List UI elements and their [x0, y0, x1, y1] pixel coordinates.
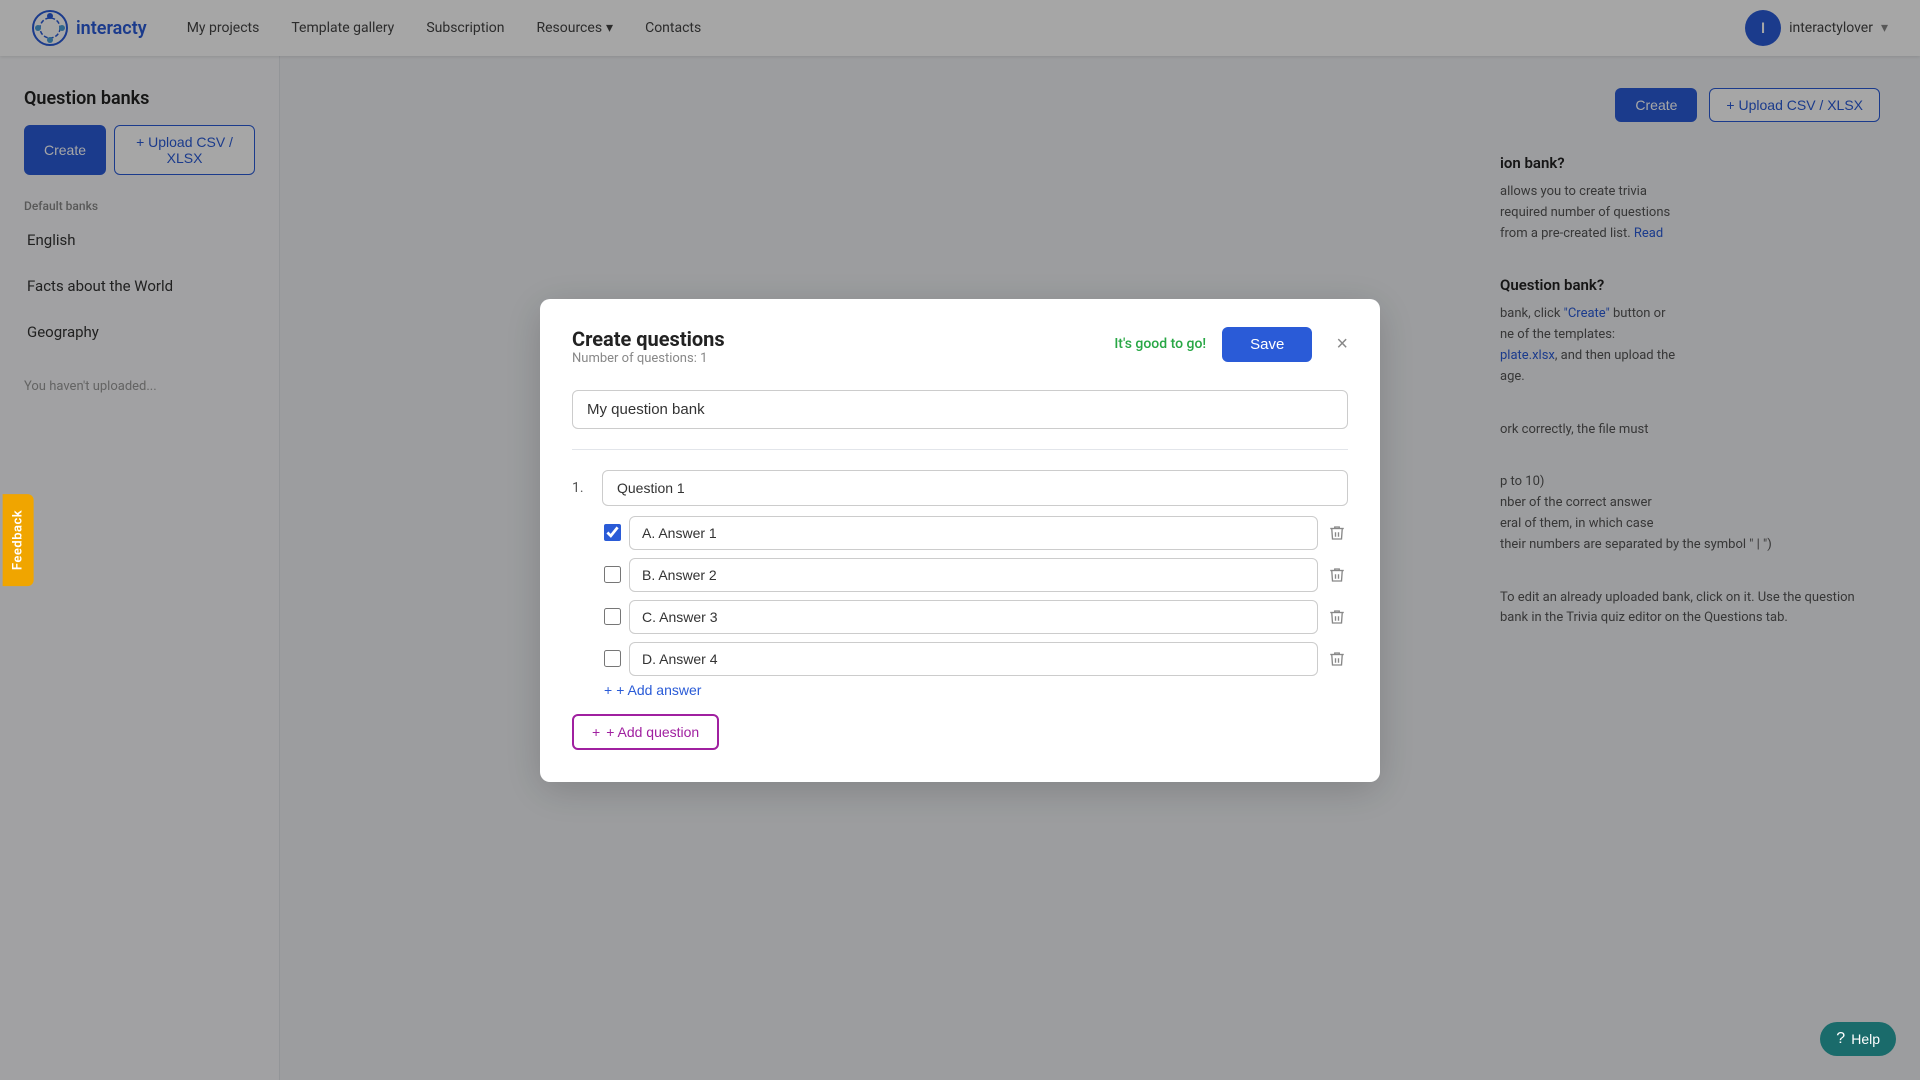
trash-icon: [1328, 608, 1346, 626]
add-question-button[interactable]: + + Add question: [572, 714, 719, 750]
modal-header-right: It's good to go! Save ×: [1114, 327, 1348, 362]
modal-title: Create questions: [572, 327, 725, 351]
delete-answer-b-button[interactable]: [1326, 564, 1348, 586]
help-icon: ?: [1836, 1030, 1845, 1048]
modal-overlay: Create questions Number of questions: 1 …: [0, 0, 1920, 1080]
question-block-1: 1.: [572, 470, 1348, 698]
modal-subtitle: Number of questions: 1: [572, 351, 725, 366]
bank-name-input[interactable]: [572, 390, 1348, 429]
close-button[interactable]: ×: [1336, 334, 1348, 354]
trash-icon: [1328, 524, 1346, 542]
add-answer-button[interactable]: + + Add answer: [572, 676, 701, 698]
answer-row-b: [604, 558, 1348, 592]
save-button[interactable]: Save: [1222, 327, 1312, 362]
question-num-1: 1.: [572, 480, 592, 496]
answer-checkbox-b[interactable]: [604, 566, 621, 583]
answer-row-d: [604, 642, 1348, 676]
trash-icon: [1328, 566, 1346, 584]
answer-row-c: [604, 600, 1348, 634]
modal-divider: [572, 449, 1348, 450]
delete-answer-d-button[interactable]: [1326, 648, 1348, 670]
feedback-tab[interactable]: Feedback: [3, 494, 34, 586]
delete-answer-a-button[interactable]: [1326, 522, 1348, 544]
help-button[interactable]: ? Help: [1820, 1022, 1896, 1056]
answer-input-d[interactable]: [629, 642, 1318, 676]
answer-input-a[interactable]: [629, 516, 1318, 550]
answer-input-c[interactable]: [629, 600, 1318, 634]
question-input-1[interactable]: [602, 470, 1348, 506]
modal-header: Create questions Number of questions: 1 …: [572, 327, 1348, 384]
plus-icon: +: [604, 682, 612, 698]
answer-checkbox-a[interactable]: [604, 524, 621, 541]
modal-title-group: Create questions Number of questions: 1: [572, 327, 725, 384]
modal: Create questions Number of questions: 1 …: [540, 299, 1380, 782]
trash-icon: [1328, 650, 1346, 668]
answer-input-b[interactable]: [629, 558, 1318, 592]
answers-list-1: [572, 516, 1348, 676]
delete-answer-c-button[interactable]: [1326, 606, 1348, 628]
question-row-1: 1.: [572, 470, 1348, 506]
good-to-go-label: It's good to go!: [1114, 336, 1206, 352]
plus-icon-question: +: [592, 724, 600, 740]
answer-row-a: [604, 516, 1348, 550]
answer-checkbox-c[interactable]: [604, 608, 621, 625]
answer-checkbox-d[interactable]: [604, 650, 621, 667]
